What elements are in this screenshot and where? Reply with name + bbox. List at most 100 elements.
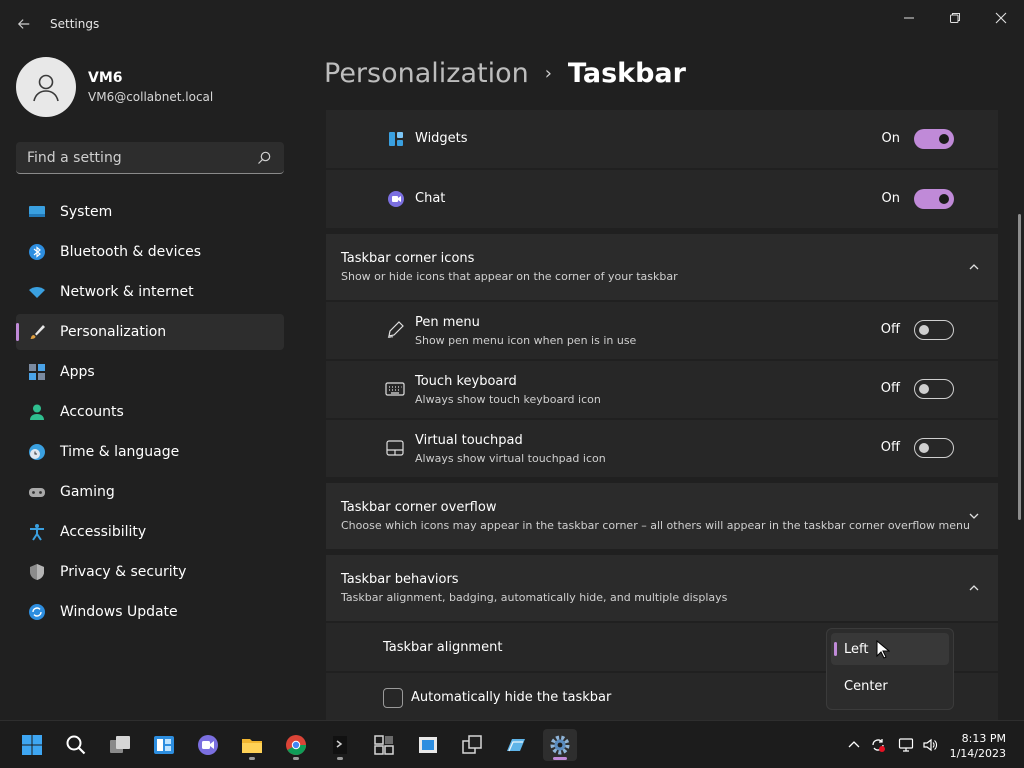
pen-menu-row[interactable]: Pen menu Show pen menu icon when pen is … bbox=[326, 302, 998, 359]
behaviors-header[interactable]: Taskbar behaviors Taskbar alignment, bad… bbox=[326, 555, 998, 621]
search-input[interactable] bbox=[16, 149, 246, 166]
chevron-up-icon[interactable] bbox=[968, 261, 980, 273]
back-arrow-icon[interactable] bbox=[10, 10, 38, 38]
pen-menu-desc: Show pen menu icon when pen is in use bbox=[415, 334, 637, 347]
dropdown-option-label: Center bbox=[844, 678, 888, 694]
corner-overflow-header[interactable]: Taskbar corner overflow Choose which ico… bbox=[326, 483, 998, 549]
sidebar-item-windows-update[interactable]: Windows Update bbox=[16, 594, 284, 630]
restore-icon[interactable] bbox=[932, 4, 978, 32]
edge-icon[interactable] bbox=[499, 729, 533, 761]
sidebar-item-apps[interactable]: Apps bbox=[16, 354, 284, 390]
widgets-toggle[interactable] bbox=[914, 129, 954, 149]
touch-keyboard-state: Off bbox=[880, 381, 900, 396]
widgets-label: Widgets bbox=[415, 131, 468, 146]
volume-icon[interactable] bbox=[920, 735, 940, 755]
chat-label: Chat bbox=[415, 191, 446, 206]
settings-gear-icon[interactable] bbox=[543, 729, 577, 761]
sidebar-item-label: Accessibility bbox=[60, 524, 147, 540]
user-profile[interactable]: VM6 VM6@collabnet.local bbox=[16, 57, 213, 117]
sidebar-item-label: Privacy & security bbox=[60, 564, 187, 580]
corner-icons-header[interactable]: Taskbar corner icons Show or hide icons … bbox=[326, 234, 998, 300]
dropdown-option-left[interactable]: Left bbox=[831, 633, 949, 665]
sidebar-item-label: Accounts bbox=[60, 404, 124, 420]
sidebar-item-privacy[interactable]: Privacy & security bbox=[16, 554, 284, 590]
chat-toggle[interactable] bbox=[914, 189, 954, 209]
network-window-icon[interactable] bbox=[455, 729, 489, 761]
clock-date: 1/14/2023 bbox=[949, 747, 1006, 760]
alignment-dropdown[interactable]: Left Center bbox=[826, 628, 954, 710]
sidebar-item-label: Gaming bbox=[60, 484, 115, 500]
chat-icon bbox=[386, 189, 406, 209]
sidebar-item-accounts[interactable]: Accounts bbox=[16, 394, 284, 430]
sidebar-item-time-language[interactable]: Time & language bbox=[16, 434, 284, 470]
search-box[interactable] bbox=[16, 142, 284, 174]
active-indicator bbox=[553, 757, 567, 760]
widgets-icon bbox=[386, 129, 406, 149]
running-indicator bbox=[293, 757, 299, 760]
widgets-row[interactable]: Widgets On bbox=[326, 110, 998, 168]
behaviors-title: Taskbar behaviors bbox=[341, 572, 459, 587]
title-bar: Settings bbox=[0, 0, 1024, 48]
search-icon[interactable] bbox=[256, 150, 272, 166]
sync-icon[interactable] bbox=[868, 735, 888, 755]
bluetooth-icon bbox=[28, 243, 46, 261]
dropdown-option-label: Left bbox=[844, 641, 869, 657]
chevron-down-icon[interactable] bbox=[968, 510, 980, 522]
sidebar-item-gaming[interactable]: Gaming bbox=[16, 474, 284, 510]
touch-keyboard-desc: Always show touch keyboard icon bbox=[415, 393, 601, 406]
sidebar-item-accessibility[interactable]: Accessibility bbox=[16, 514, 284, 550]
terminal-icon[interactable] bbox=[323, 729, 357, 761]
sidebar-item-network[interactable]: Network & internet bbox=[16, 274, 284, 310]
sidebar-item-system[interactable]: System bbox=[16, 194, 284, 230]
monitor-icon bbox=[28, 203, 46, 221]
teams-chat-icon[interactable] bbox=[191, 729, 225, 761]
mouse-cursor-icon bbox=[876, 640, 890, 659]
auto-hide-label: Automatically hide the taskbar bbox=[411, 690, 612, 705]
widgets-icon[interactable] bbox=[147, 729, 181, 761]
sidebar-nav: System Bluetooth & devices Network & int… bbox=[16, 194, 284, 634]
virtual-touchpad-state: Off bbox=[880, 440, 900, 455]
avatar bbox=[16, 57, 76, 117]
task-view-icon[interactable] bbox=[103, 729, 137, 761]
touch-keyboard-row[interactable]: Touch keyboard Always show touch keyboar… bbox=[326, 361, 998, 418]
virtual-touchpad-toggle[interactable] bbox=[914, 438, 954, 458]
sidebar-item-label: Bluetooth & devices bbox=[60, 244, 202, 260]
virtual-touchpad-row[interactable]: Virtual touchpad Always show virtual tou… bbox=[326, 420, 998, 477]
breadcrumb-separator: › bbox=[544, 63, 552, 84]
chevron-up-icon[interactable] bbox=[844, 735, 864, 755]
breadcrumb-parent[interactable]: Personalization bbox=[324, 58, 529, 89]
profile-name: VM6 bbox=[88, 70, 123, 86]
file-explorer-icon[interactable] bbox=[235, 729, 269, 761]
minimize-icon[interactable] bbox=[886, 4, 932, 32]
corner-overflow-desc: Choose which icons may appear in the tas… bbox=[341, 519, 970, 532]
scrollbar-thumb[interactable] bbox=[1018, 214, 1021, 520]
sidebar-item-personalization[interactable]: Personalization bbox=[16, 314, 284, 350]
windows-start-icon[interactable] bbox=[15, 729, 49, 761]
sidebar-item-label: System bbox=[60, 204, 113, 220]
network-icon[interactable] bbox=[896, 735, 916, 755]
system-clock[interactable]: 8:13 PM 1/14/2023 bbox=[950, 731, 1006, 761]
corner-overflow-title: Taskbar corner overflow bbox=[341, 500, 497, 515]
search-icon[interactable] bbox=[59, 729, 93, 761]
apps-icon bbox=[28, 363, 46, 381]
virtual-touchpad-label: Virtual touchpad bbox=[415, 433, 523, 448]
sidebar-item-label: Windows Update bbox=[60, 604, 178, 620]
gamepad-icon bbox=[28, 483, 46, 501]
app-title: Settings bbox=[50, 17, 100, 31]
corner-icons-desc: Show or hide icons that appear on the co… bbox=[341, 270, 678, 283]
auto-hide-checkbox[interactable] bbox=[383, 688, 403, 708]
pen-menu-toggle[interactable] bbox=[914, 320, 954, 340]
chrome-icon[interactable] bbox=[279, 729, 313, 761]
chevron-up-icon[interactable] bbox=[968, 582, 980, 594]
sidebar-item-bluetooth[interactable]: Bluetooth & devices bbox=[16, 234, 284, 270]
sidebar-item-label: Personalization bbox=[60, 324, 167, 340]
update-icon bbox=[28, 603, 46, 621]
profile-email: VM6@collabnet.local bbox=[88, 90, 214, 104]
chat-row[interactable]: Chat On bbox=[326, 170, 998, 228]
pen-menu-label: Pen menu bbox=[415, 315, 480, 330]
store-icon[interactable] bbox=[411, 729, 445, 761]
touch-keyboard-toggle[interactable] bbox=[914, 379, 954, 399]
dropdown-option-center[interactable]: Center bbox=[831, 670, 949, 702]
close-icon[interactable] bbox=[978, 4, 1024, 32]
remote-desktop-icon[interactable] bbox=[367, 729, 401, 761]
